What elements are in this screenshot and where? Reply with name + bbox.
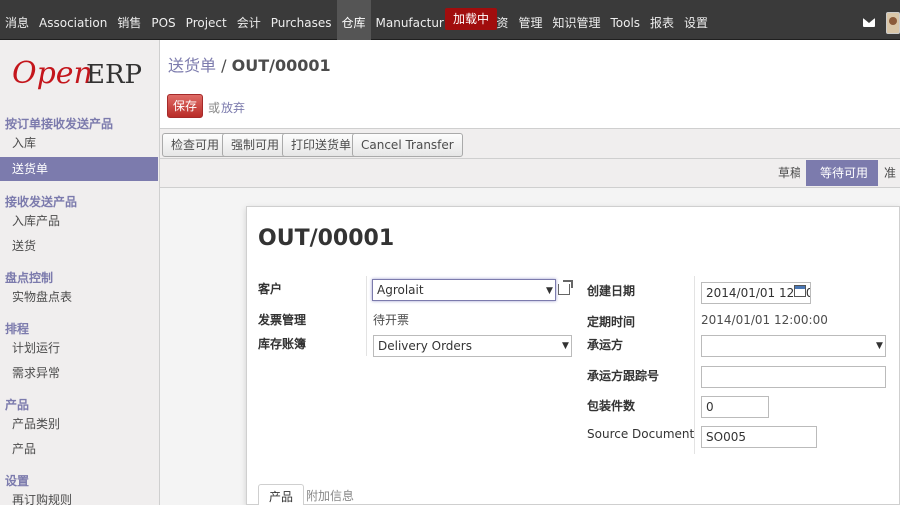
stage-waiting-availability[interactable]: 等待可用	[806, 160, 879, 186]
top-menu-messages[interactable]: 消息	[0, 0, 34, 40]
customer-input[interactable]: Agrolait	[372, 279, 556, 301]
sidebar-section-order-receipts: 按订单接收发送产品	[5, 117, 114, 131]
sidebar-item-deliveries[interactable]: 送货	[0, 234, 158, 258]
tracking-ref-input[interactable]	[701, 366, 886, 388]
left-column-divider	[366, 276, 367, 356]
carrier-dropdown-icon[interactable]: ▼	[876, 341, 883, 351]
top-menu-knowledge[interactable]: 知识管理	[547, 0, 605, 40]
top-menu-sales[interactable]: 销售	[112, 0, 146, 40]
customer-label: 客户	[258, 282, 283, 296]
stock-journal-label: 库存账簿	[258, 337, 307, 351]
top-menu-settings[interactable]: 设置	[679, 0, 713, 40]
breadcrumb-current: OUT/00001	[231, 56, 331, 75]
stage-ready[interactable]: 准备	[874, 160, 900, 206]
cancel-transfer-button[interactable]: Cancel Transfer	[352, 133, 463, 157]
sidebar-item-procurement-exceptions[interactable]: 需求异常	[0, 361, 158, 385]
check-availability-button[interactable]: 检查可用	[162, 133, 229, 157]
discard-link[interactable]: 放弃	[221, 99, 245, 116]
mail-icon[interactable]	[863, 18, 875, 27]
sidebar-item-physical-inventory[interactable]: 实物盘点表	[0, 285, 158, 309]
top-menu-purchases[interactable]: Purchases	[266, 0, 337, 40]
top-menu-tools[interactable]: Tools	[605, 0, 645, 40]
print-delivery-button[interactable]: 打印送货单	[282, 133, 361, 157]
logo-open-text: Open	[12, 56, 93, 91]
record-title: OUT/00001	[258, 226, 395, 251]
scheduled-time-value: 2014/01/01 12:00:00	[701, 313, 828, 327]
sidebar-item-product-categories[interactable]: 产品类别	[0, 412, 158, 436]
logo-erp-text: ERP	[86, 60, 143, 90]
invoice-control-value: 待开票	[373, 313, 410, 327]
sidebar-item-products[interactable]: 产品	[0, 437, 158, 461]
sidebar-item-delivery-orders[interactable]: 送货单	[0, 157, 158, 181]
packages-input[interactable]: 0	[701, 396, 769, 418]
tracking-ref-label: 承运方跟踪号	[587, 369, 660, 383]
avatar[interactable]	[886, 12, 900, 34]
sidebar-item-reordering-rules[interactable]: 再订购规则	[0, 488, 158, 505]
source-document-input[interactable]: SO005	[701, 426, 817, 448]
external-link-icon[interactable]	[558, 280, 573, 295]
loading-badge: 加载中	[445, 8, 498, 30]
top-menu-project[interactable]: Project	[181, 0, 232, 40]
top-menu: 消息 Association 销售 POS Project 会计 Purchas…	[0, 0, 713, 40]
top-menu-accounting[interactable]: 会计	[232, 0, 266, 40]
sidebar-section-inventory-control: 盘点控制	[5, 271, 54, 285]
source-document-label: Source Document	[587, 427, 695, 441]
or-text: 或	[208, 101, 221, 115]
sidebar-section-configuration: 设置	[5, 474, 30, 488]
sidebar-item-run-schedulers[interactable]: 计划运行	[0, 336, 158, 360]
scheduled-time-label: 定期时间	[587, 315, 636, 329]
top-menu-warehouse[interactable]: 仓库	[336, 0, 371, 40]
top-menu-management[interactable]: 管理	[513, 0, 547, 40]
top-menu-pos[interactable]: POS	[146, 0, 180, 40]
save-button[interactable]: 保存	[167, 94, 203, 118]
customer-dropdown-icon[interactable]: ▼	[546, 286, 553, 296]
sidebar-section-receive-deliver: 接收发送产品	[5, 195, 78, 209]
calendar-icon[interactable]	[794, 285, 806, 297]
top-navigation-bar: 消息 Association 销售 POS Project 会计 Purchas…	[0, 0, 900, 40]
force-availability-button[interactable]: 强制可用	[222, 133, 289, 157]
top-menu-association[interactable]: Association	[34, 0, 112, 40]
breadcrumb-separator: /	[221, 56, 227, 75]
invoice-control-label: 发票管理	[258, 313, 307, 327]
sidebar-section-products: 产品	[5, 398, 30, 412]
carrier-select[interactable]	[701, 335, 886, 357]
carrier-label: 承运方	[587, 338, 624, 352]
breadcrumb-parent-link[interactable]: 送货单	[168, 56, 216, 75]
sidebar-item-incoming[interactable]: 入库	[0, 131, 158, 155]
stock-journal-select[interactable]: Delivery Orders	[373, 335, 572, 357]
stock-journal-dropdown-icon[interactable]: ▼	[562, 341, 569, 351]
top-menu-reports[interactable]: 报表	[645, 0, 679, 40]
openerp-logo[interactable]: Open ERP	[12, 54, 152, 102]
creation-date-label: 创建日期	[587, 284, 636, 298]
sidebar-section-schedulers: 排程	[5, 322, 30, 336]
tab-additional-info[interactable]: 附加信息	[296, 484, 364, 505]
sidebar-item-incoming-products[interactable]: 入库产品	[0, 209, 158, 233]
breadcrumb: 送货单 / OUT/00001	[168, 52, 331, 76]
packages-label: 包装件数	[587, 399, 636, 413]
